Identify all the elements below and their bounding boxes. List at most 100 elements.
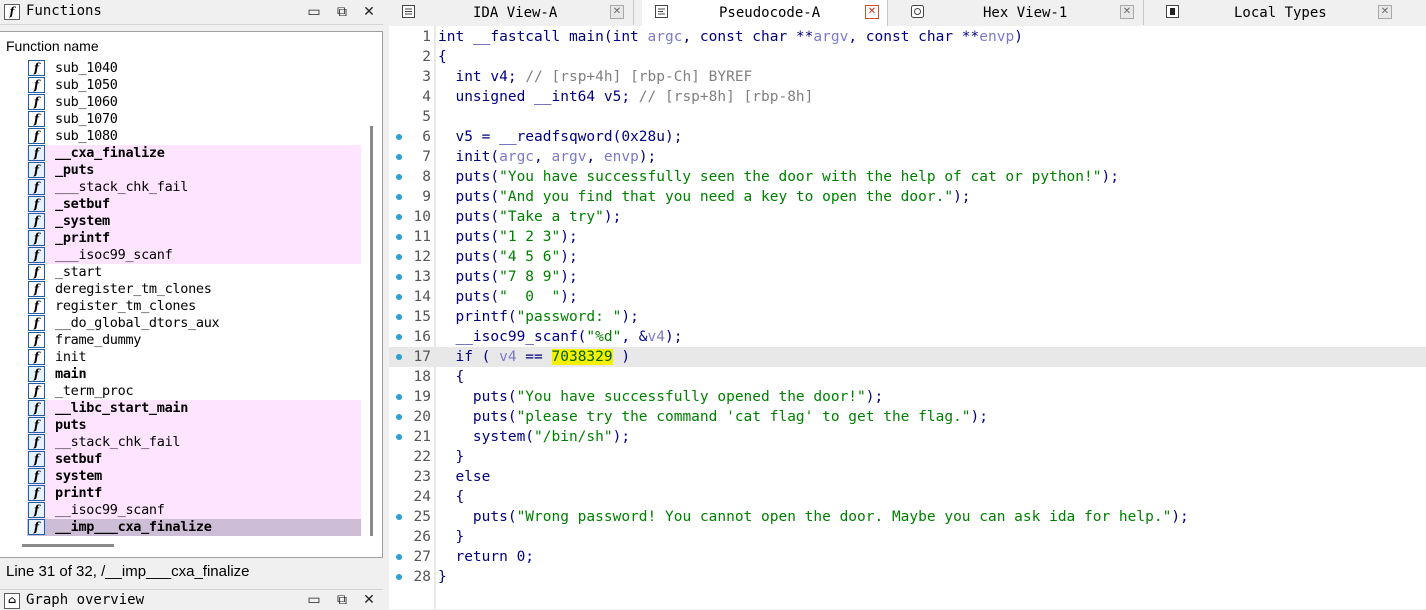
code-line[interactable]: 3 int v4; // [rsp+4h] [rbp-Ch] BYREF — [389, 67, 1426, 87]
function-row[interactable]: f sub_1070 — [27, 111, 361, 128]
code-line[interactable]: 9 puts("And you find that you need a key… — [389, 187, 1426, 207]
breakpoint-dot-icon[interactable] — [396, 354, 402, 360]
breakpoint-dot-icon[interactable] — [396, 274, 402, 280]
restore-icon[interactable]: ⧉ — [334, 4, 350, 20]
code-line[interactable]: 8 puts("You have successfully seen the d… — [389, 167, 1426, 187]
minimize-icon[interactable]: ▭ — [306, 4, 322, 20]
code-line[interactable]: 20 puts("please try the command 'cat fla… — [389, 407, 1426, 427]
breakpoint-dot-icon[interactable] — [396, 234, 402, 240]
breakpoint-dot-icon[interactable] — [396, 254, 402, 260]
function-row[interactable]: f _puts — [27, 162, 361, 179]
code-line[interactable]: 15 printf("password: "); — [389, 307, 1426, 327]
code-line[interactable]: 16 __isoc99_scanf("%d", &v4); — [389, 327, 1426, 347]
code-line[interactable]: 22 } — [389, 447, 1426, 467]
code-line[interactable]: 17 if ( v4 == 7038329 ) — [389, 347, 1426, 367]
code-line[interactable]: 13 puts("7 8 9"); — [389, 267, 1426, 287]
code-line[interactable]: 27 return 0; — [389, 547, 1426, 567]
function-row[interactable]: f __libc_start_main — [27, 400, 361, 417]
breakpoint-dot-icon[interactable] — [396, 514, 402, 520]
function-row[interactable]: f __cxa_finalize — [27, 145, 361, 162]
code-line[interactable]: 19 puts("You have successfully opened th… — [389, 387, 1426, 407]
function-icon: f — [28, 128, 45, 144]
close-icon[interactable]: ✕ — [361, 592, 377, 608]
vertical-scrollbar[interactable] — [370, 126, 373, 536]
horizontal-scrollbar[interactable] — [22, 544, 114, 547]
function-row[interactable]: f _start — [27, 264, 361, 281]
code-line[interactable]: 10 puts("Take a try"); — [389, 207, 1426, 227]
breakpoint-dot-icon[interactable] — [396, 394, 402, 400]
code-line[interactable]: 2{ — [389, 47, 1426, 67]
function-name: system — [55, 468, 102, 484]
code-line[interactable]: 18 { — [389, 367, 1426, 387]
code-line[interactable]: 21 system("/bin/sh"); — [389, 427, 1426, 447]
breakpoint-dot-icon[interactable] — [396, 194, 402, 200]
code-line[interactable]: 11 puts("1 2 3"); — [389, 227, 1426, 247]
function-name-header[interactable]: Function name — [6, 38, 99, 54]
code-line[interactable]: 23 else — [389, 467, 1426, 487]
breakpoint-dot-icon[interactable] — [396, 574, 402, 580]
code-line[interactable]: 25 puts("Wrong password! You cannot open… — [389, 507, 1426, 527]
function-row[interactable]: f register_tm_clones — [27, 298, 361, 315]
code-line[interactable]: 14 puts(" 0 "); — [389, 287, 1426, 307]
function-row[interactable]: f sub_1060 — [27, 94, 361, 111]
function-row[interactable]: f _setbuf — [27, 196, 361, 213]
function-row[interactable]: f frame_dummy — [27, 332, 361, 349]
function-row[interactable]: f init — [27, 349, 361, 366]
tab-hex-view[interactable]: Hex View-1 ✕ — [898, 0, 1144, 25]
function-row[interactable]: f _system — [27, 213, 361, 230]
function-row[interactable]: f ___isoc99_scanf — [27, 247, 361, 264]
tab-ida-view[interactable]: IDA View-A ✕ — [389, 0, 634, 25]
line-number: 27 — [413, 549, 431, 565]
function-list[interactable]: Function name f sub_1040 f sub_1050 f sub_106… — [0, 31, 383, 558]
code-line[interactable]: 1 int __fastcall main(int argc, const cha… — [389, 27, 1426, 47]
code-line[interactable]: 26 } — [389, 527, 1426, 547]
breakpoint-dot-icon[interactable] — [396, 334, 402, 340]
tab-close-icon[interactable]: ✕ — [1378, 5, 1392, 19]
function-row[interactable]: f __do_global_dtors_aux — [27, 315, 361, 332]
function-row[interactable]: f puts — [27, 417, 361, 434]
breakpoint-dot-icon[interactable] — [396, 214, 402, 220]
function-row[interactable]: f ___stack_chk_fail — [27, 179, 361, 196]
breakpoint-dot-icon[interactable] — [396, 554, 402, 560]
code-line[interactable]: 4 unsigned __int64 v5; // [rsp+8h] [rbp-… — [389, 87, 1426, 107]
function-row[interactable]: f _printf — [27, 230, 361, 247]
function-row[interactable]: f __isoc99_scanf — [27, 502, 361, 519]
code-line[interactable]: 7 init(argc, argv, envp); — [389, 147, 1426, 167]
close-icon[interactable]: ✕ — [361, 4, 377, 20]
function-row[interactable]: f setbuf — [27, 451, 361, 468]
tab-close-icon[interactable]: ✕ — [1120, 5, 1134, 19]
breakpoint-dot-icon[interactable] — [396, 154, 402, 160]
code-line[interactable]: 24 { — [389, 487, 1426, 507]
code-line[interactable]: 28} — [389, 567, 1426, 587]
pseudocode-view[interactable]: 1 int __fastcall main(int argc, const cha… — [389, 26, 1426, 609]
function-row[interactable]: f __imp___cxa_finalize — [27, 519, 361, 536]
function-row[interactable]: f sub_1080 — [27, 128, 361, 145]
function-row[interactable]: f main — [27, 366, 361, 383]
code-text: puts("1 2 3"); — [438, 229, 578, 245]
function-row[interactable]: f printf — [27, 485, 361, 502]
breakpoint-dot-icon[interactable] — [396, 294, 402, 300]
tab-close-icon[interactable]: ✕ — [865, 5, 879, 19]
function-row[interactable]: f deregister_tm_clones — [27, 281, 361, 298]
breakpoint-dot-icon[interactable] — [396, 314, 402, 320]
function-rows: f sub_1040 f sub_1050 f sub_1060 f sub_1070 f sub… — [27, 60, 361, 536]
code-line[interactable]: 6 v5 = __readfsqword(0x28u); — [389, 127, 1426, 147]
breakpoint-dot-icon[interactable] — [396, 434, 402, 440]
code-line[interactable]: 5 — [389, 107, 1426, 127]
function-icon: f — [28, 179, 45, 195]
function-row[interactable]: f system — [27, 468, 361, 485]
function-name: _system — [55, 213, 110, 229]
function-row[interactable]: f sub_1040 — [27, 60, 361, 77]
code-line[interactable]: 12 puts("4 5 6"); — [389, 247, 1426, 267]
function-row[interactable]: f sub_1050 — [27, 77, 361, 94]
function-row[interactable]: f __stack_chk_fail — [27, 434, 361, 451]
tab-local-types[interactable]: Local Types ✕ — [1153, 0, 1403, 25]
minimize-icon[interactable]: ▭ — [306, 592, 322, 608]
function-row[interactable]: f _term_proc — [27, 383, 361, 400]
breakpoint-dot-icon[interactable] — [396, 414, 402, 420]
tab-close-icon[interactable]: ✕ — [610, 5, 624, 19]
breakpoint-dot-icon[interactable] — [396, 134, 402, 140]
tab-pseudocode[interactable]: Pseudocode-A ✕ — [642, 0, 888, 26]
breakpoint-dot-icon[interactable] — [396, 174, 402, 180]
restore-icon[interactable]: ⧉ — [334, 592, 350, 608]
